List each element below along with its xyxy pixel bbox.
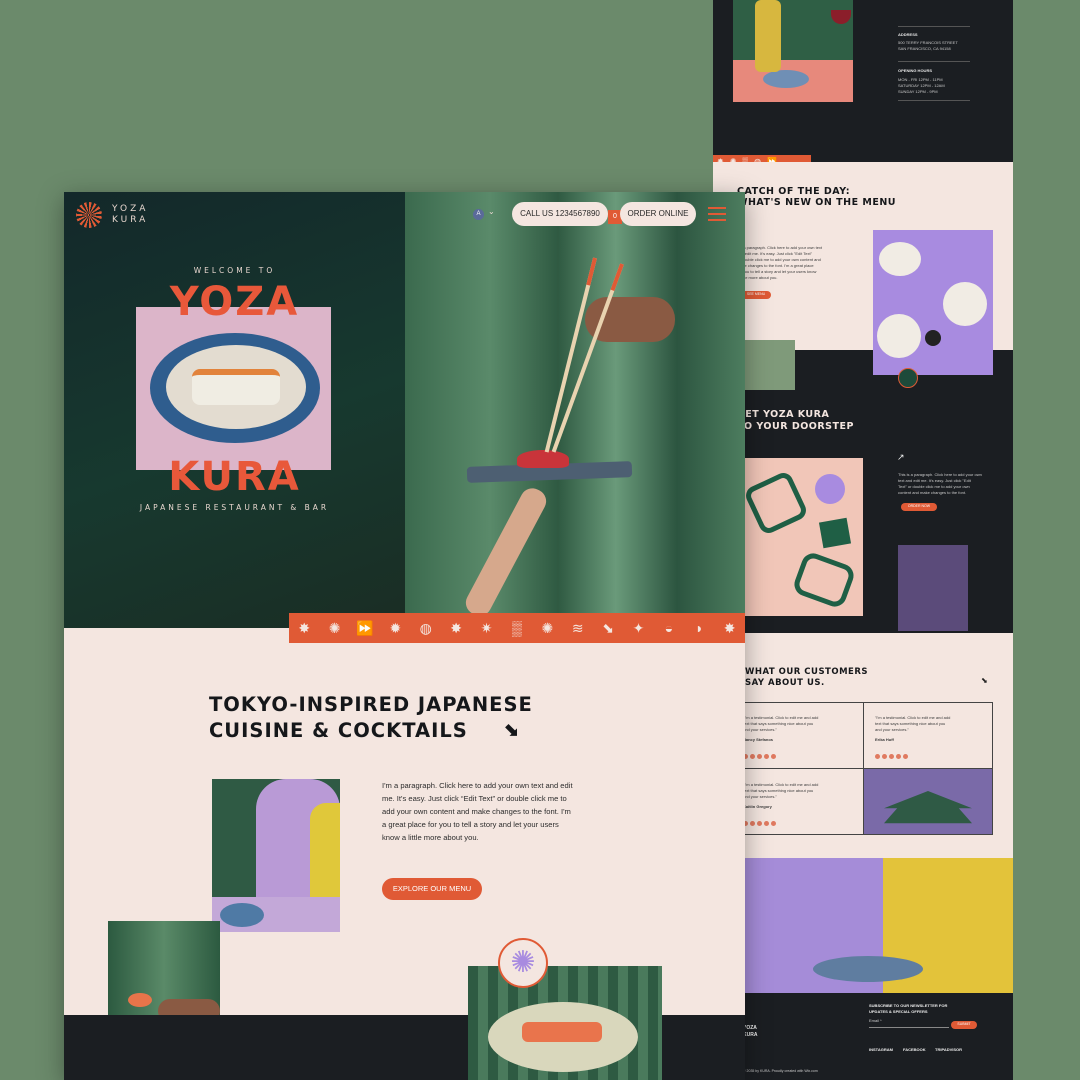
section-headline: TOKYO-INSPIRED JAPANESE: [209, 693, 533, 716]
address-label: ADDRESS: [898, 32, 918, 37]
tuna-sashimi: [517, 450, 569, 468]
maki-photo: [743, 340, 795, 390]
half-circle-icon: ◒: [664, 620, 674, 636]
star-icon: ✷: [480, 619, 493, 636]
arrow-icon: ↗: [897, 452, 905, 462]
cocktail-photo: [733, 0, 853, 102]
arrow-icon: ⬊: [981, 676, 988, 685]
paragraph-line: I'm a paragraph. Click here to add your …: [382, 781, 573, 790]
diners-photo: [212, 779, 340, 932]
burst-icon: ✸: [723, 619, 736, 636]
copyright: © 2035 by KURA. Proudly created with Wix…: [743, 1069, 818, 1073]
hero-subtitle: JAPANESE RESTAURANT & BAR: [139, 503, 330, 512]
arrow-down-right-icon: ⬊: [504, 720, 520, 740]
section-headline: CUISINE & COCKTAILS: [209, 719, 468, 742]
call-us-button[interactable]: CALL US 1234567890: [512, 202, 608, 226]
doorstep-title: TO YOUR DOORSTEP: [737, 421, 854, 432]
delivery-photo: [898, 545, 968, 631]
secondary-page-preview: ADDRESS 500 TERRY FRANCOIS STREET SAN FR…: [713, 0, 1013, 1080]
reviewer-name: Caitlin Gregory: [743, 804, 772, 809]
hamburger-menu-icon[interactable]: [708, 207, 726, 221]
sushi-plates-photo: [873, 230, 993, 375]
rating-stars: [743, 746, 778, 764]
customers-title: SAY ABOUT US.: [745, 678, 825, 688]
sparkle-icon: ✦: [632, 619, 645, 636]
hours-label: OPENING HOURS: [898, 68, 933, 73]
paragraph-line: a great place for you to tell a story an…: [382, 820, 559, 829]
sushi-roll: [192, 369, 280, 405]
checker-icon: ▒: [511, 620, 522, 636]
globe-icon: ◍: [419, 619, 432, 636]
paragraph-line: me. It's easy. Just click “Edit Text” or…: [382, 794, 567, 803]
flower-icon: ✹: [389, 619, 402, 636]
rating-stars: [875, 746, 910, 764]
submit-button[interactable]: SUBMIT: [951, 1021, 977, 1029]
see-menu-button[interactable]: SEE MENU: [741, 291, 771, 299]
sushi-platter-photo: [468, 966, 662, 1080]
burst-icon: ✸: [298, 619, 311, 636]
rating-stars: [743, 813, 778, 831]
reviewer-name: Nancy Stefanos: [743, 737, 774, 742]
social-instagram[interactable]: INSTAGRAM: [869, 1047, 893, 1053]
arrow-icon: ⬊: [602, 619, 614, 636]
email-field[interactable]: [869, 1027, 949, 1028]
sun-icon: ✺: [541, 619, 554, 636]
explore-menu-button[interactable]: EXPLORE OUR MENU: [382, 878, 482, 900]
hero-title-kura: KURA: [168, 454, 301, 500]
catch-title: WHAT'S NEW ON THE MENU: [737, 197, 896, 208]
hero-photo-chopsticks: [405, 192, 745, 628]
order-online-button[interactable]: ORDER ONLINE: [620, 202, 696, 226]
hours-line: SATURDAY 12PM - 12AM: [898, 83, 945, 88]
fast-forward-icon: ⏩: [356, 619, 374, 636]
packaging-photo: [737, 458, 863, 616]
burst-icon: ✸: [450, 619, 462, 636]
chevron-down-icon[interactable]: ⌄: [488, 207, 495, 216]
paragraph-line: add your own content and make changes to…: [382, 807, 571, 816]
pagoda-photo: [864, 769, 992, 834]
social-tripadvisor[interactable]: TRIPADVISOR: [935, 1047, 962, 1053]
language-selector[interactable]: A: [473, 209, 484, 220]
wave-icon: ≋: [571, 619, 584, 636]
reviewer-name: Erika Huff: [875, 737, 894, 742]
address-line: 500 TERRY FRANCOIS STREET: [898, 40, 958, 45]
sushi-plate-photo: [136, 307, 331, 470]
welcome-label: WELCOME TO: [193, 266, 276, 275]
hours-line: SUNDAY 12PM - 9PM: [898, 89, 938, 94]
homepage-preview: YOZA KURA A ⌄ CALL US 1234567890 0 ORDER…: [64, 192, 745, 1080]
cocktail-glass-icon: [831, 10, 851, 24]
brand-name[interactable]: KURA: [112, 215, 148, 226]
hand: [461, 484, 551, 620]
hours-line: MON - FRI 12PM - 11PM: [898, 77, 943, 82]
paragraph-line: know a little more about you.: [382, 833, 479, 842]
sun-icon: ✺: [328, 619, 341, 636]
order-now-button[interactable]: ORDER NOW: [901, 503, 937, 511]
logo-icon[interactable]: [76, 202, 102, 228]
address-line: SAN FRANCISCO, CA 94158: [898, 46, 951, 51]
leaf-icon: ◗: [695, 620, 704, 636]
sparkle-badge-icon: ✺: [498, 938, 548, 988]
social-facebook[interactable]: FACEBOOK: [903, 1047, 926, 1053]
doorstep-title: GET YOZA KURA: [737, 409, 830, 420]
brand-name[interactable]: YOZA: [112, 204, 148, 215]
diners-photo: [733, 858, 1013, 993]
decorative-icon-strip: ✸ ✺ ⏩ ✹ ◍ ✸ ✷ ▒ ✺ ≋ ⬊ ✦ ◒ ◗ ✸: [289, 613, 745, 643]
nigiri: [522, 1022, 602, 1042]
email-label: Email *: [869, 1018, 882, 1023]
hero-title-yoza: YOZA: [169, 279, 300, 325]
badge-icon: [898, 368, 918, 388]
